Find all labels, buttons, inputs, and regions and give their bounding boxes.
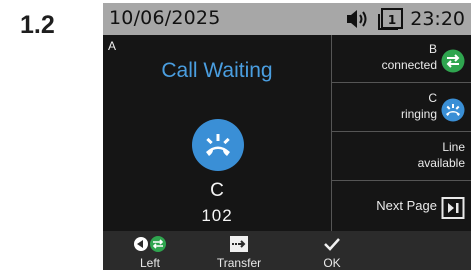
line-item-c[interactable]: C ringing: [332, 84, 471, 132]
next-page-icon: [441, 196, 465, 220]
next-page-label: Next Page: [376, 198, 437, 213]
line-number-text: 1: [388, 13, 396, 27]
softkey-ok-label: OK: [323, 256, 341, 270]
line-side-panel: B connected C ringing Line available Nex…: [332, 35, 471, 231]
incoming-call-icon: [192, 119, 244, 171]
call-title: Call Waiting: [161, 59, 273, 82]
transfer-icon: [229, 235, 249, 253]
softkey-transfer[interactable]: Transfer: [199, 231, 279, 270]
status-time: 23:20: [410, 8, 465, 30]
status-bar: 10/06/2025 1 23:20: [103, 3, 471, 35]
line-item-text: C ringing: [401, 90, 437, 122]
line-item-line: C: [428, 91, 437, 105]
ringing-call-icon: [441, 98, 465, 122]
line-item-status: connected: [381, 58, 437, 72]
checkmark-icon: [322, 235, 342, 253]
line-item-line: Line: [442, 140, 465, 154]
phone-screen: 10/06/2025 1 23:20 A Call Waiting C 102 …: [103, 3, 471, 270]
line-item-status: available: [417, 156, 465, 170]
connected-call-icon: [441, 49, 465, 73]
status-date: 10/06/2025: [109, 7, 221, 29]
step-label: 1.2: [20, 11, 55, 39]
line-item-available[interactable]: Line available: [332, 133, 471, 181]
caller-number: 102: [201, 206, 233, 225]
left-swap-icon: [132, 235, 168, 253]
next-page-button[interactable]: Next Page: [332, 182, 471, 230]
speaker-volume-icon: [346, 9, 372, 29]
status-right: 1 23:20: [346, 7, 465, 31]
softkey-bar: Left Transfer OK: [103, 231, 471, 270]
line-letter: A: [108, 39, 117, 53]
softkey-left[interactable]: Left: [110, 231, 190, 270]
line-item-text: Line available: [418, 139, 465, 171]
line-item-text: B connected: [382, 41, 437, 73]
softkey-left-label: Left: [139, 256, 160, 270]
line-item-status: ringing: [400, 107, 437, 121]
active-call-panel[interactable]: A Call Waiting C 102: [103, 35, 331, 231]
line-item-b[interactable]: B connected: [332, 35, 471, 83]
line-1-icon: 1: [378, 8, 404, 30]
softkey-transfer-label: Transfer: [216, 256, 262, 270]
caller-name: C: [210, 180, 224, 201]
softkey-ok[interactable]: OK: [292, 231, 372, 270]
line-item-line: B: [428, 42, 437, 56]
